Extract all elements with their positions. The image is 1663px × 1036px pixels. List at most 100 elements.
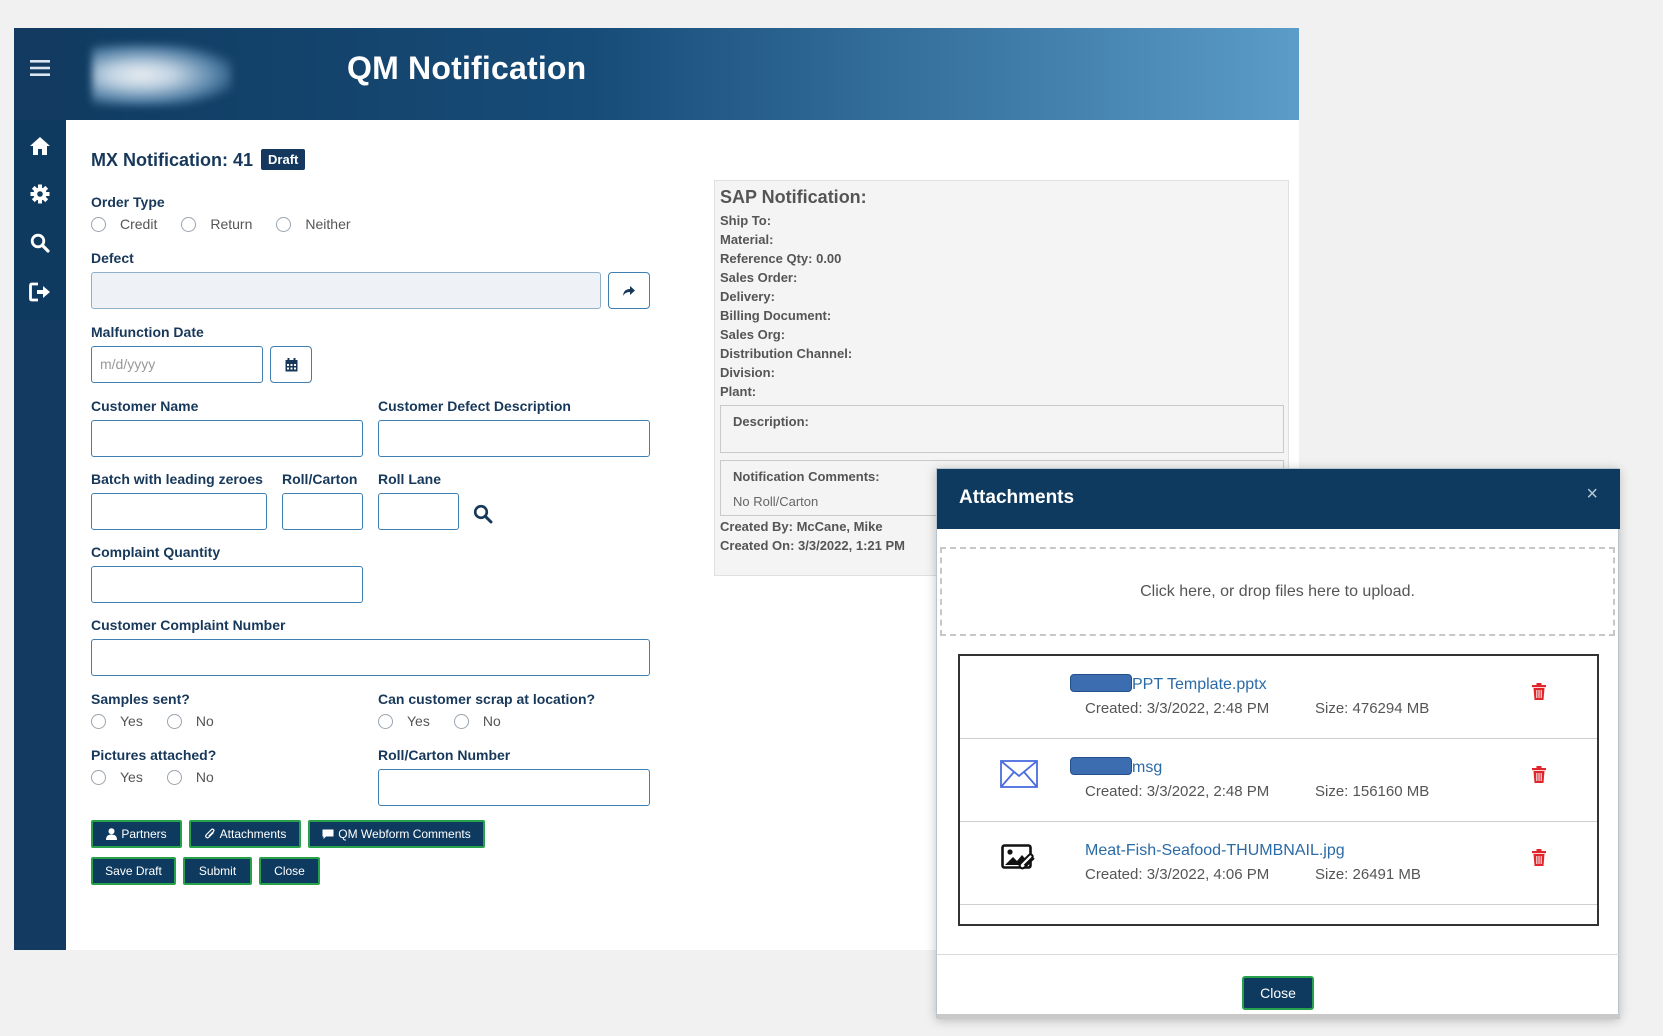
trash-icon[interactable] bbox=[1532, 683, 1546, 705]
sap-material: Material: bbox=[720, 232, 774, 247]
radio-neither[interactable] bbox=[276, 216, 292, 232]
modal-close-button[interactable]: Close bbox=[1242, 976, 1314, 1010]
defect-label: Defect bbox=[91, 250, 134, 266]
roll-lane-input[interactable] bbox=[378, 493, 459, 530]
sap-reference-qty: Reference Qty: 0.00 bbox=[720, 251, 842, 266]
malfunction-date-input[interactable]: m/d/yyyy bbox=[91, 346, 263, 383]
defect-lookup-button[interactable] bbox=[608, 272, 650, 309]
radio-neither-label: Neither bbox=[305, 216, 351, 232]
samples-sent-radio-group: Yes No bbox=[91, 713, 238, 729]
samples-sent-no-label: No bbox=[195, 713, 214, 729]
samples-sent-label: Samples sent? bbox=[91, 691, 190, 707]
attachment-size: Size: 26491 MB bbox=[1315, 866, 1421, 883]
partners-button[interactable]: Partners bbox=[91, 820, 182, 848]
pictures-attached-label: Pictures attached? bbox=[91, 747, 217, 763]
sap-ship-to: Ship To: bbox=[720, 213, 772, 228]
share-arrow-icon bbox=[623, 285, 635, 296]
sap-notification-title: SAP Notification: bbox=[720, 187, 867, 207]
search-icon[interactable] bbox=[14, 223, 66, 263]
hamburger-menu-icon[interactable] bbox=[14, 48, 66, 88]
customer-defect-description-input[interactable] bbox=[378, 420, 650, 457]
comment-icon bbox=[322, 829, 334, 839]
attachment-meta: Created: 3/3/2022, 2:48 PM Size: 476294 … bbox=[1085, 700, 1429, 717]
radio-credit[interactable] bbox=[91, 216, 106, 232]
sap-created-on: Created On: 3/3/2022, 1:21 PM bbox=[720, 538, 905, 553]
attachments-button[interactable]: Attachments bbox=[189, 820, 301, 848]
sap-description-box: Description: bbox=[720, 405, 1284, 453]
modal-footer-divider bbox=[937, 954, 1620, 955]
pictures-attached-radio-group: Yes No bbox=[91, 769, 238, 785]
submit-button[interactable]: Submit bbox=[183, 857, 252, 885]
attachment-list: PPT Template.pptx Created: 3/3/2022, 2:4… bbox=[958, 654, 1599, 926]
samples-sent-yes-radio[interactable] bbox=[91, 713, 106, 729]
envelope-icon bbox=[1000, 760, 1038, 793]
pictures-attached-yes-radio[interactable] bbox=[91, 769, 106, 785]
notification-number: MX Notification: 41 bbox=[91, 150, 254, 170]
save-draft-button[interactable]: Save Draft bbox=[91, 857, 176, 885]
gear-icon[interactable] bbox=[14, 174, 66, 214]
roll-carton-label: Roll/Carton bbox=[282, 471, 358, 487]
can-scrap-yes-radio[interactable] bbox=[378, 713, 393, 729]
customer-name-label: Customer Name bbox=[91, 398, 199, 414]
attachment-name[interactable]: PPT Template.pptx bbox=[1132, 676, 1267, 694]
modal-header: Attachments × bbox=[937, 469, 1620, 529]
logout-icon[interactable] bbox=[14, 272, 66, 312]
customer-complaint-number-label: Customer Complaint Number bbox=[91, 617, 286, 633]
can-scrap-no-radio[interactable] bbox=[453, 713, 469, 729]
horizontal-scrollbar[interactable] bbox=[937, 1014, 1620, 1019]
attachment-size: Size: 156160 MB bbox=[1315, 783, 1430, 800]
file-dropzone[interactable]: Click here, or drop files here to upload… bbox=[940, 547, 1615, 636]
attachment-created: Created: 3/3/2022, 4:06 PM bbox=[1085, 866, 1270, 883]
order-type-radio-group: Credit Return Neither bbox=[91, 216, 375, 232]
roll-lane-search-icon[interactable] bbox=[473, 504, 493, 529]
modal-close-icon[interactable]: × bbox=[1586, 483, 1598, 506]
complaint-quantity-input[interactable] bbox=[91, 566, 363, 603]
trash-icon[interactable] bbox=[1532, 849, 1546, 871]
roll-carton-number-input[interactable] bbox=[378, 769, 650, 806]
status-badge: Draft bbox=[261, 149, 306, 170]
samples-sent-no-radio[interactable] bbox=[166, 713, 182, 729]
can-scrap-no-label: No bbox=[482, 713, 501, 729]
sap-plant: Plant: bbox=[720, 384, 757, 399]
malfunction-date-label: Malfunction Date bbox=[91, 324, 204, 340]
attachment-name[interactable]: Meat-Fish-Seafood-THUMBNAIL.jpg bbox=[1085, 842, 1345, 860]
top-bar: QM Notification bbox=[14, 28, 1299, 120]
image-attachment-icon bbox=[1001, 844, 1037, 877]
batch-input[interactable] bbox=[91, 493, 267, 530]
sap-distribution-channel: Distribution Channel: bbox=[720, 346, 853, 361]
can-scrap-yes-label: Yes bbox=[407, 713, 430, 729]
modal-title: Attachments bbox=[959, 487, 1075, 508]
home-icon[interactable] bbox=[14, 126, 66, 166]
attachments-button-label: Attachments bbox=[219, 827, 287, 841]
close-button[interactable]: Close bbox=[259, 857, 320, 885]
customer-complaint-number-input[interactable] bbox=[91, 639, 650, 676]
attachment-meta: Created: 3/3/2022, 2:48 PM Size: 156160 … bbox=[1085, 783, 1429, 800]
defect-input[interactable] bbox=[91, 272, 601, 309]
customer-defect-description-label: Customer Defect Description bbox=[378, 398, 571, 414]
sap-delivery: Delivery: bbox=[720, 289, 775, 304]
attachment-row: PPT Template.pptx Created: 3/3/2022, 2:4… bbox=[960, 656, 1597, 739]
page-title: QM Notification bbox=[347, 50, 587, 86]
attachment-size: Size: 476294 MB bbox=[1315, 700, 1430, 717]
roll-lane-label: Roll Lane bbox=[378, 471, 442, 487]
sap-comments-label: Notification Comments: bbox=[733, 469, 880, 484]
pictures-attached-no-radio[interactable] bbox=[166, 769, 182, 785]
qm-webform-comments-button[interactable]: QM Webform Comments bbox=[308, 820, 485, 848]
customer-name-input[interactable] bbox=[91, 420, 363, 457]
attachment-row: Meat-Fish-Seafood-THUMBNAIL.jpg Created:… bbox=[960, 822, 1597, 905]
calendar-button[interactable] bbox=[270, 346, 312, 383]
redacted-text bbox=[1070, 674, 1132, 692]
roll-carton-input[interactable] bbox=[282, 493, 363, 530]
trash-icon[interactable] bbox=[1532, 766, 1546, 788]
redacted-text bbox=[1070, 757, 1132, 775]
user-icon bbox=[106, 828, 118, 840]
sidebar bbox=[14, 28, 66, 950]
roll-carton-number-label: Roll/Carton Number bbox=[378, 747, 511, 763]
company-logo bbox=[92, 44, 232, 106]
sap-sales-org: Sales Org: bbox=[720, 327, 786, 342]
radio-return[interactable] bbox=[181, 216, 197, 232]
attachment-created: Created: 3/3/2022, 2:48 PM bbox=[1085, 783, 1270, 800]
attachment-name[interactable]: msg bbox=[1132, 759, 1162, 777]
qm-webform-comments-button-label: QM Webform Comments bbox=[338, 827, 471, 841]
paperclip-icon bbox=[204, 828, 215, 839]
